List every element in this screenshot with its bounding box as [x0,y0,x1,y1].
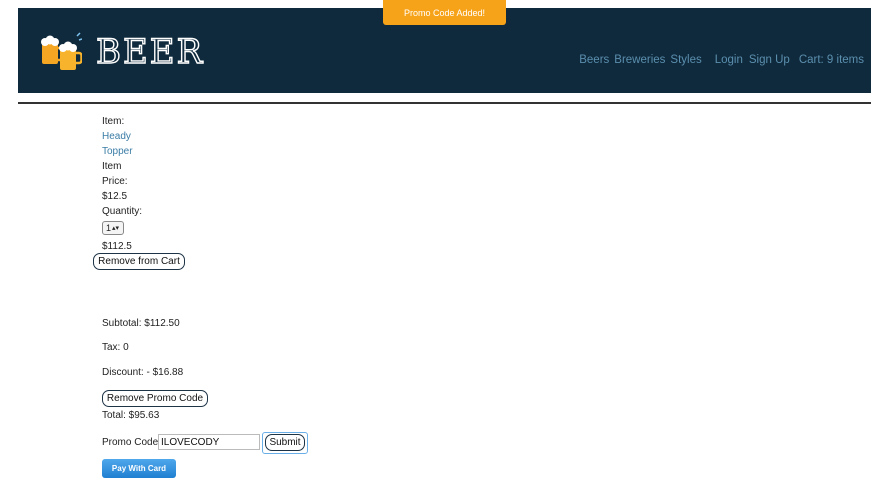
promo-submit-button[interactable]: Submit [265,434,305,451]
nav-styles-link[interactable]: Styles [670,54,701,66]
promo-added-toast: Promo Code Added! [383,0,506,25]
promo-code-input[interactable] [158,434,260,450]
price-label: Price: [102,176,128,187]
quantity-select[interactable]: 1 ▴▾ [102,221,124,235]
header-divider [18,102,871,104]
main-nav: Beers Breweries Styles Login Sign Up Car… [579,54,864,66]
cart-item: Item: Heady Topper Item Price: $12.5 Qua… [102,114,142,254]
item-word: Item [102,161,122,172]
beer-mugs-icon[interactable] [40,30,82,72]
tax-text: Tax: 0 [102,342,129,353]
pay-with-card-button[interactable]: Pay With Card [102,459,176,478]
remove-from-cart-button[interactable]: Remove from Cart [93,253,185,270]
item-name-link-line1[interactable]: Heady [102,129,142,144]
quantity-label: Quantity: [102,206,143,217]
promo-code-label: Promo Code: [102,437,161,448]
item-label: Item: [102,116,125,127]
brand-logo-text[interactable]: BEER [95,31,204,72]
select-updown-icon: ▴▾ [112,224,120,232]
item-name-link-line2[interactable]: Topper [102,144,142,159]
quantity-value: 1 [106,222,112,233]
nav-cart-link[interactable]: Cart: 9 items [799,54,864,66]
nav-beers-link[interactable]: Beers [579,54,609,66]
item-line-total: $112.5 [102,240,132,252]
item-price: $12.5 [102,191,128,202]
nav-login-link[interactable]: Login [715,54,743,66]
nav-signup-link[interactable]: Sign Up [749,54,790,66]
discount-text: Discount: - $16.88 [102,367,184,378]
total-text: Total: $95.63 [102,410,160,421]
nav-breweries-link[interactable]: Breweries [614,54,665,66]
remove-promo-code-button[interactable]: Remove Promo Code [102,390,208,407]
subtotal-text: Subtotal: $112.50 [102,318,180,329]
